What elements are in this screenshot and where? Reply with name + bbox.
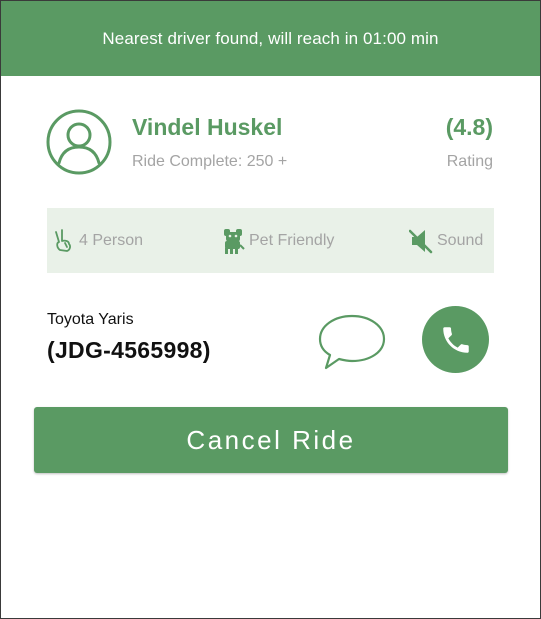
driver-eta-text: Nearest driver found, will reach in 01:0…	[102, 28, 439, 48]
cancel-ride-button[interactable]: Cancel Ride	[34, 407, 508, 473]
hand-peace-icon	[53, 228, 75, 254]
rides-complete-count: Ride Complete: 250 +	[132, 153, 288, 170]
driver-eta-banner: Nearest driver found, will reach in 01:0…	[1, 1, 540, 76]
dog-icon	[221, 227, 245, 255]
feature-sound: Sound	[409, 208, 483, 273]
feature-capacity-label: 4 Person	[79, 231, 144, 249]
driver-name: Vindel Huskel	[132, 114, 283, 140]
user-circle-icon	[46, 109, 112, 175]
sound-muted-icon	[409, 228, 433, 254]
call-button[interactable]	[422, 306, 489, 373]
phone-icon	[442, 326, 469, 353]
chat-bubble-icon	[318, 314, 386, 370]
feature-pets: Pet Friendly	[221, 208, 334, 273]
feature-pets-label: Pet Friendly	[249, 231, 335, 249]
ride-status-card: Nearest driver found, will reach in 01:0…	[0, 0, 541, 619]
driver-rating-label: Rating	[446, 153, 493, 170]
feature-sound-label: Sound	[437, 231, 484, 249]
vehicle-plate: (JDG-4565998)	[47, 337, 211, 363]
driver-rating-value: (4.8)	[445, 114, 493, 140]
chat-button[interactable]	[317, 313, 387, 371]
feature-capacity: 4 Person	[53, 208, 143, 273]
vehicle-model: Toyota Yaris	[47, 311, 134, 328]
ride-features-bar: 4 Person Pet Friendly Sound	[47, 208, 494, 273]
